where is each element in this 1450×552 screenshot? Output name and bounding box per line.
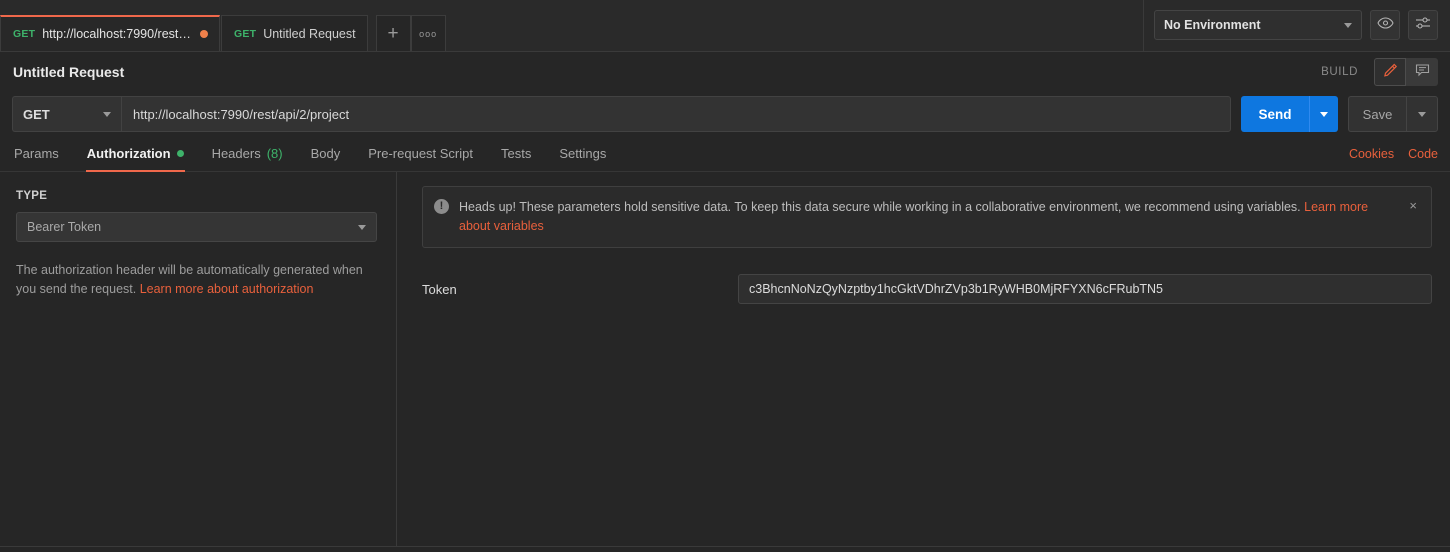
- http-method-selector[interactable]: GET: [12, 96, 121, 132]
- header-action-buttons: [1374, 58, 1438, 86]
- tab-label: Authorization: [86, 146, 171, 161]
- auth-detail-pane: ! Heads up! These parameters hold sensit…: [397, 172, 1450, 546]
- headers-count: (8): [266, 146, 283, 161]
- tab-settings[interactable]: Settings: [545, 136, 620, 171]
- save-options-button[interactable]: [1406, 96, 1438, 132]
- send-options-button[interactable]: [1309, 96, 1338, 132]
- request-section-tabs: Params Authorization Headers (8) Body Pr…: [0, 136, 1450, 172]
- url-input[interactable]: http://localhost:7990/rest/api/2/project: [121, 96, 1231, 132]
- environment-zone: No Environment: [1143, 0, 1450, 51]
- auth-help-text: The authorization header will be automat…: [16, 261, 376, 299]
- tab-options-button[interactable]: ooo: [410, 15, 446, 51]
- comment-icon: [1415, 63, 1430, 82]
- tab-label: Params: [14, 146, 59, 161]
- unsaved-dot-icon[interactable]: [200, 30, 208, 38]
- page-title: Untitled Request: [13, 64, 125, 80]
- footer-divider: [0, 546, 1450, 552]
- code-link[interactable]: Code: [1408, 147, 1438, 161]
- chevron-down-icon: [1320, 111, 1328, 117]
- environment-quick-look-button[interactable]: [1370, 10, 1400, 40]
- token-input[interactable]: c3BhcnNoNzQyNzptby1hcGktVDhrZVp3b1RyWHB0…: [738, 274, 1432, 304]
- tab-label: Pre-request Script: [368, 146, 473, 161]
- auth-type-pane: TYPE Bearer Token The authorization head…: [0, 172, 397, 546]
- cookies-link[interactable]: Cookies: [1349, 147, 1394, 161]
- auth-help-link[interactable]: Learn more about authorization: [140, 282, 314, 296]
- auth-type-heading: TYPE: [16, 190, 48, 202]
- eye-icon: [1376, 16, 1394, 34]
- sliders-icon: [1415, 16, 1431, 35]
- tab-tests[interactable]: Tests: [487, 136, 545, 171]
- request-tab-2[interactable]: GET Untitled Request: [221, 15, 368, 51]
- request-tab-1[interactable]: GET http://localhost:7990/rest/api/2...: [0, 15, 220, 51]
- chevron-down-icon: [358, 224, 366, 230]
- save-button[interactable]: Save: [1348, 96, 1406, 132]
- notice-text: Heads up! These parameters hold sensitiv…: [459, 198, 1397, 236]
- token-value: c3BhcnNoNzQyNzptby1hcGktVDhrZVp3b1RyWHB0…: [749, 282, 1164, 296]
- request-tab-method: GET: [234, 27, 257, 40]
- pencil-icon: [1383, 62, 1398, 82]
- new-tab-button[interactable]: +: [375, 15, 411, 51]
- auth-configured-dot-icon: [176, 150, 184, 157]
- request-section-tab-list: Params Authorization Headers (8) Body Pr…: [0, 136, 1349, 172]
- tab-label: Settings: [559, 146, 607, 161]
- request-tab-strip: GET http://localhost:7990/rest/api/2... …: [0, 0, 1450, 52]
- url-value: http://localhost:7990/rest/api/2/project: [133, 106, 350, 122]
- save-button-group: Save: [1348, 96, 1438, 132]
- chevron-down-icon: [1418, 111, 1426, 117]
- request-tab-label: Untitled Request: [263, 26, 356, 41]
- environment-selector[interactable]: No Environment: [1154, 10, 1362, 40]
- tab-params[interactable]: Params: [0, 136, 73, 171]
- notice-sentence: Heads up! These parameters hold sensitiv…: [459, 200, 1305, 214]
- http-method-label: GET: [23, 106, 50, 122]
- tab-pre-request-script[interactable]: Pre-request Script: [354, 136, 487, 171]
- chevron-down-icon: [103, 111, 111, 117]
- tab-body[interactable]: Body: [297, 136, 355, 171]
- tab-headers[interactable]: Headers (8): [198, 136, 297, 171]
- sensitive-data-notice: ! Heads up! These parameters hold sensit…: [422, 186, 1432, 248]
- build-label: BUILD: [1321, 66, 1358, 78]
- send-button-group: Send: [1241, 96, 1338, 132]
- chevron-down-icon: [1344, 22, 1352, 28]
- edit-request-button[interactable]: [1374, 58, 1406, 86]
- token-label: Token: [422, 281, 457, 297]
- environment-selected-label: No Environment: [1164, 18, 1261, 32]
- token-field-row: Token c3BhcnNoNzQyNzptby1hcGktVDhrZVp3b1…: [422, 274, 1432, 304]
- request-tab-method: GET: [13, 28, 36, 40]
- tab-authorization[interactable]: Authorization: [73, 136, 198, 172]
- request-tab-label: http://localhost:7990/rest/api/2...: [42, 27, 192, 41]
- environment-settings-button[interactable]: [1408, 10, 1438, 40]
- comment-request-button[interactable]: [1406, 58, 1438, 86]
- request-url-row: GET http://localhost:7990/rest/api/2/pro…: [0, 92, 1450, 136]
- auth-type-value: Bearer Token: [27, 220, 102, 234]
- send-button[interactable]: Send: [1241, 96, 1309, 132]
- authorization-panel: TYPE Bearer Token The authorization head…: [0, 172, 1450, 546]
- close-icon[interactable]: ×: [1407, 198, 1419, 214]
- tab-label: Tests: [501, 146, 532, 161]
- request-tab-list: GET http://localhost:7990/rest/api/2... …: [0, 0, 1143, 51]
- tab-label: Headers: [211, 146, 261, 161]
- request-utility-links: Cookies Code: [1349, 136, 1438, 171]
- request-header-row: Untitled Request BUILD: [0, 52, 1450, 92]
- warning-icon: !: [434, 199, 449, 214]
- auth-type-selector[interactable]: Bearer Token: [16, 212, 377, 242]
- tab-label: Body: [310, 146, 341, 161]
